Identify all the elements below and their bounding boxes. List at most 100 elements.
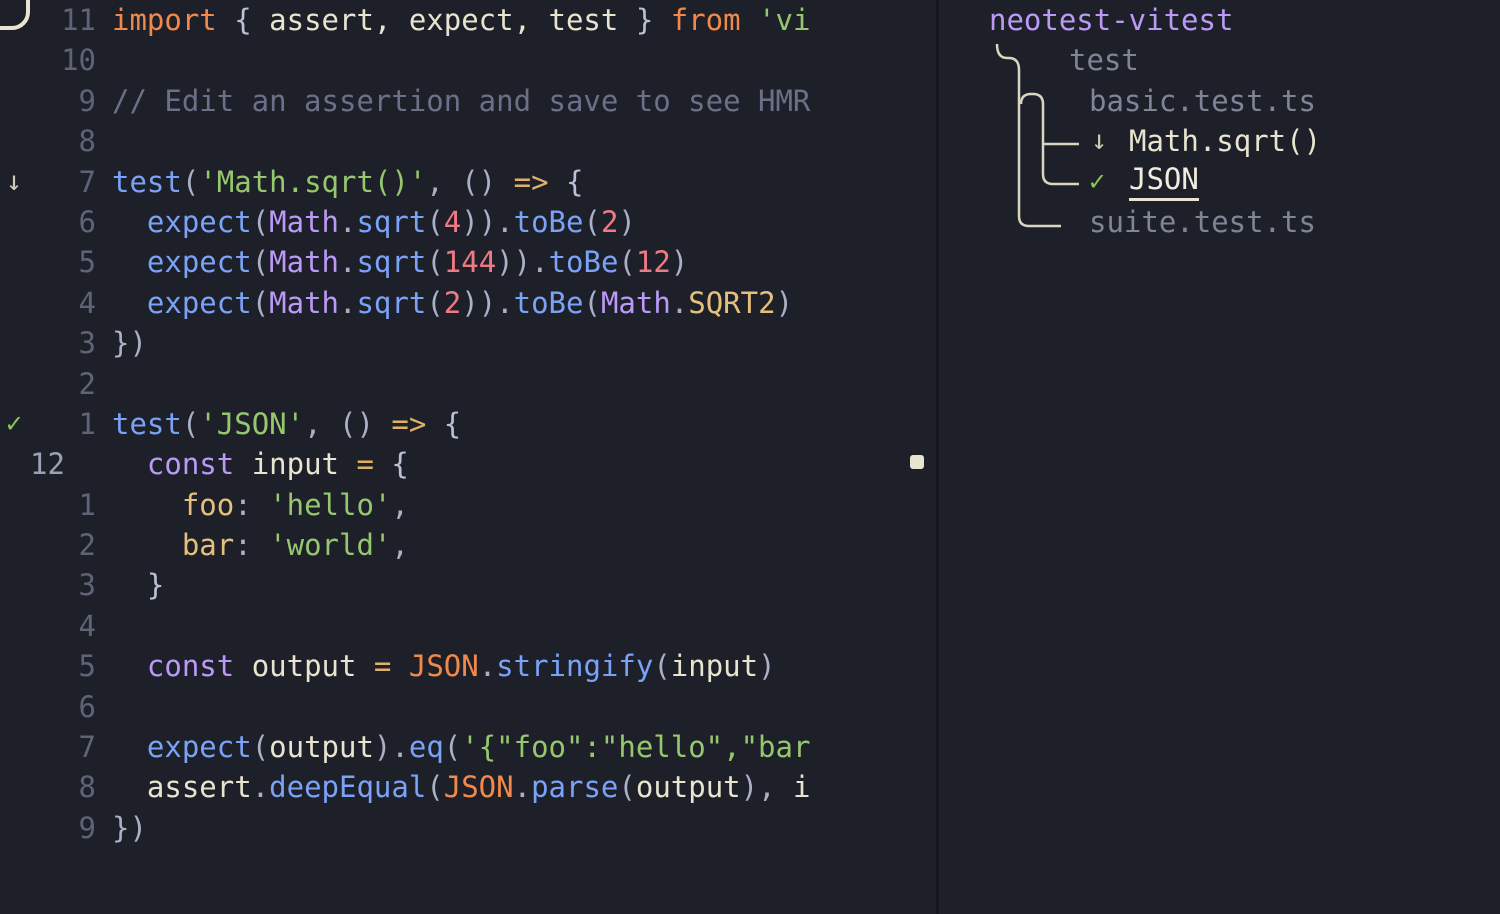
code-line[interactable]: 7 expect(output).eq('{"foo":"hello","bar	[0, 727, 936, 767]
code-line-text: })	[112, 323, 147, 363]
code-token: {	[234, 3, 252, 37]
code-line[interactable]: 2 bar: 'world',	[0, 525, 936, 565]
code-token: 4	[443, 204, 462, 239]
line-number: 6	[78, 689, 96, 724]
code-token: 2	[443, 285, 462, 320]
code-token: JSON	[408, 649, 479, 684]
code-token: )	[618, 204, 636, 239]
code-token: ))	[461, 285, 497, 320]
code-line[interactable]: 12 const input = {	[0, 444, 936, 484]
code-line-text: test('Math.sqrt()', () => {	[112, 162, 583, 202]
code-line[interactable]: 6	[0, 687, 936, 727]
summary-item-label: basic.test.ts	[1089, 83, 1316, 118]
code-token: =	[373, 649, 392, 684]
code-token: 2	[600, 204, 619, 239]
code-token: Math	[269, 245, 339, 280]
code-line[interactable]: 8 assert.deepEqual(JSON.parse(output), i	[0, 767, 936, 807]
code-token: ,	[426, 164, 462, 199]
code-line[interactable]: 1 foo: 'hello',	[0, 485, 936, 525]
code-line-text: foo: 'hello',	[112, 485, 409, 525]
code-token: =	[356, 447, 374, 482]
code-token: (	[251, 285, 270, 320]
summary-row-list: neotest-vitest test basic.test.ts ↓ Math.sqr…	[939, 0, 1500, 242]
line-number: 7	[78, 164, 96, 199]
code-token: 'vi	[758, 3, 811, 37]
code-line[interactable]: 3})	[0, 323, 936, 363]
line-number: 3	[78, 568, 96, 603]
code-line-text: }	[112, 565, 164, 605]
code-token: ),	[740, 770, 794, 805]
code-line[interactable]: ↓ 7 test('Math.sqrt()', () => {	[0, 162, 936, 202]
code-line[interactable]: 10	[0, 40, 936, 80]
code-token: from	[670, 3, 741, 37]
code-token: Math	[600, 285, 671, 320]
summary-row-dir[interactable]: test	[939, 40, 1500, 80]
summary-row-test[interactable]: ↓ Math.sqrt()	[939, 121, 1500, 161]
test-pending-sign-icon[interactable]: ↓	[0, 162, 28, 202]
line-number: 5	[78, 245, 96, 280]
summary-row-test[interactable]: ✓ JSON	[939, 162, 1500, 202]
code-token: const	[146, 649, 235, 684]
line-number: 4	[78, 285, 96, 320]
code-token: (	[181, 406, 200, 441]
code-line[interactable]: ✓ 1 test('JSON', () => {	[0, 404, 936, 444]
adapter-name: neotest-vitest	[989, 3, 1234, 37]
code-token: .	[513, 770, 532, 805]
code-token: sqrt	[356, 245, 427, 280]
code-token: expect	[146, 204, 252, 239]
code-token: i	[793, 770, 811, 805]
line-number: 11	[61, 3, 96, 37]
neotest-summary-pane[interactable]: neotest-vitest test basic.test.ts ↓ Math.sqr…	[939, 0, 1500, 914]
cursor-line-number: 12	[30, 447, 65, 482]
summary-row-file[interactable]: suite.test.ts	[939, 202, 1500, 242]
code-editor-pane[interactable]: 11 import { assert, expect, test } from '…	[0, 0, 936, 914]
code-token: SQRT2	[688, 285, 776, 320]
code-token: 'hello'	[269, 487, 392, 522]
code-token: {	[566, 164, 584, 199]
code-line[interactable]: 4 expect(Math.sqrt(2)).toBe(Math.SQRT2)	[0, 283, 936, 323]
code-token: output	[635, 770, 741, 805]
line-number: 9	[78, 810, 96, 845]
code-line[interactable]: 4	[0, 606, 936, 646]
code-line[interactable]: 9})	[0, 808, 936, 848]
code-line[interactable]: 11 import { assert, expect, test } from '…	[0, 0, 936, 40]
code-token: (	[251, 730, 270, 765]
code-token: }	[112, 568, 165, 603]
summary-adapter-row[interactable]: neotest-vitest	[939, 0, 1500, 40]
code-token: =>	[513, 164, 549, 199]
code-line-text: expect(Math.sqrt(2)).toBe(Math.SQRT2)	[112, 283, 793, 323]
code-line[interactable]: 9 // Edit an assertion and save to see HM…	[0, 81, 936, 121]
code-line[interactable]: 6 expect(Math.sqrt(4)).toBe(2)	[0, 202, 936, 242]
test-passed-sign-icon[interactable]: ✓	[0, 404, 28, 444]
code-line[interactable]: 5 expect(Math.sqrt(144)).toBe(12)	[0, 242, 936, 282]
code-token: input	[670, 649, 759, 684]
summary-row-file[interactable]: basic.test.ts	[939, 81, 1500, 121]
code-token: parse	[531, 770, 619, 805]
code-line-text: import { assert, expect, test } from 'vi	[112, 0, 810, 40]
code-line[interactable]: 8	[0, 121, 936, 161]
line-number: 9	[78, 83, 96, 118]
code-token: }	[635, 3, 654, 37]
line-number: 3	[78, 326, 96, 361]
code-token: bar	[181, 528, 235, 563]
code-token: (	[653, 649, 671, 684]
code-line-text: assert.deepEqual(JSON.parse(output), i	[112, 767, 811, 807]
code-line[interactable]: 2	[0, 364, 936, 404]
code-token: stringify	[496, 649, 654, 684]
code-token: )	[758, 649, 776, 684]
line-number: 8	[78, 124, 96, 159]
code-line-text: })	[112, 808, 147, 848]
code-line[interactable]: 5 const output = JSON.stringify(input)	[0, 646, 936, 686]
code-token: const	[146, 447, 235, 482]
code-line[interactable]: 3 }	[0, 565, 936, 605]
